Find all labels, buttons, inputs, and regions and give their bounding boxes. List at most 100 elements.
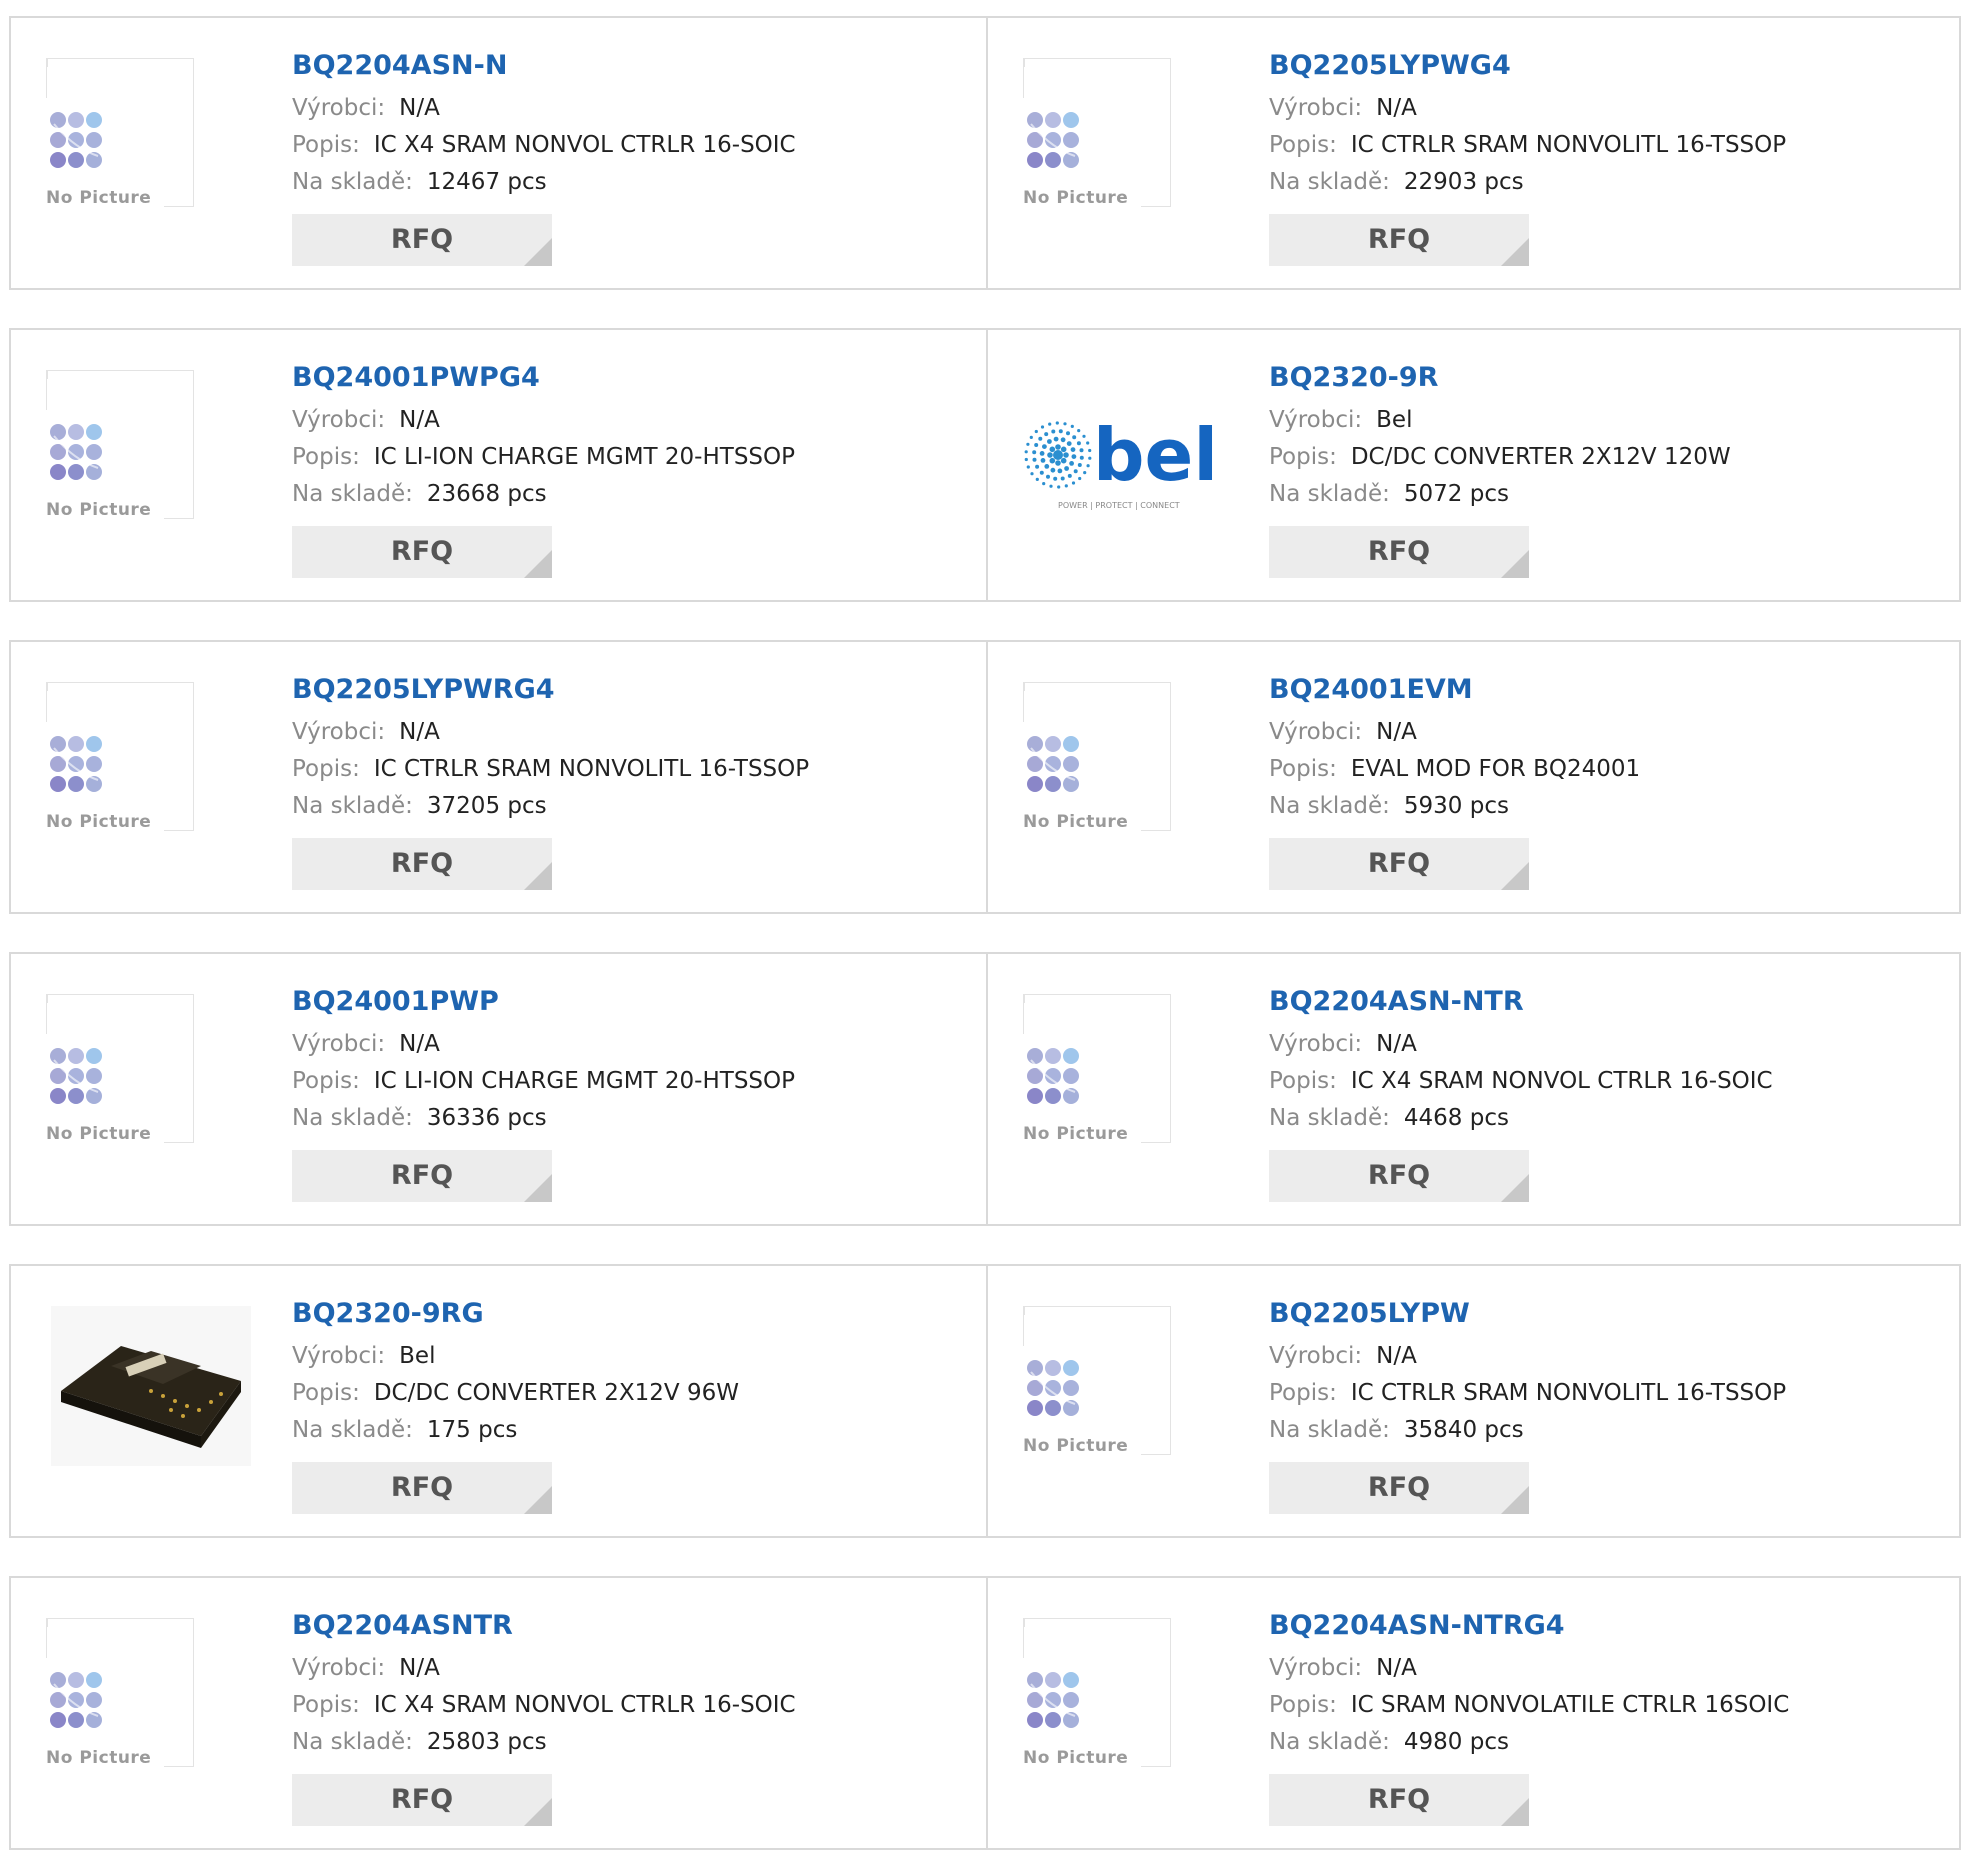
stock-value: 4468 pcs [1403, 1105, 1509, 1131]
part-number-link[interactable]: BQ2204ASN-N [292, 48, 796, 84]
stock-label: Na skladě: [292, 169, 413, 195]
corner-triangle-icon [524, 1486, 552, 1514]
no-picture-placeholder: No Picture [46, 58, 196, 208]
manufacturer-value: N/A [1376, 1031, 1417, 1057]
rfq-button[interactable]: RFQ [292, 838, 552, 890]
stock-row: Na skladě: 23668 pcs [292, 476, 795, 513]
product-info: BQ2320-9RG Výrobci: Bel Popis: DC/DC CONVERT… [292, 1296, 739, 1514]
part-number-link[interactable]: BQ2204ASN-NTRG4 [1269, 1608, 1789, 1644]
no-picture-label: No Picture [1023, 1124, 1129, 1144]
description-row: Popis: IC SRAM NONVOLATILE CTRLR 16SOIC [1269, 1687, 1789, 1724]
rfq-button[interactable]: RFQ [292, 526, 552, 578]
part-number-link[interactable]: BQ2204ASN-NTR [1269, 984, 1773, 1020]
manufacturer-value: N/A [399, 407, 440, 433]
product-row: No Picture BQ2205LYPWRG4 Výrobci: N/A Popis:… [9, 640, 1961, 914]
stock-value: 23668 pcs [426, 481, 547, 507]
manufacturer-label: Výrobci: [292, 407, 386, 433]
rfq-label: RFQ [390, 536, 454, 567]
rfq-label: RFQ [390, 224, 454, 255]
part-number-link[interactable]: BQ2205LYPW [1269, 1296, 1786, 1332]
manufacturer-label: Výrobci: [292, 1031, 386, 1057]
manufacturer-row: Výrobci: N/A [1269, 1650, 1789, 1687]
part-number-link[interactable]: BQ2204ASNTR [292, 1608, 796, 1644]
rfq-label: RFQ [390, 1472, 454, 1503]
rfq-label: RFQ [390, 1160, 454, 1191]
manufacturer-row: Výrobci: Bel [292, 1338, 739, 1375]
rfq-label: RFQ [1367, 224, 1431, 255]
no-picture-icon [1027, 1360, 1079, 1416]
no-picture-label: No Picture [46, 812, 152, 832]
no-picture-placeholder: No Picture [1023, 1618, 1173, 1768]
product-card: No Picture BQ2205LYPW Výrobci: N/A Popis: IC … [988, 1266, 1961, 1536]
description-value: IC X4 SRAM NONVOL CTRLR 16-SOIC [373, 1692, 796, 1718]
stock-row: Na skladě: 4468 pcs [1269, 1100, 1773, 1137]
no-picture-label: No Picture [1023, 812, 1129, 832]
rfq-button[interactable]: RFQ [292, 214, 552, 266]
part-number-link[interactable]: BQ24001EVM [1269, 672, 1640, 708]
description-label: Popis: [292, 756, 360, 782]
no-picture-label: No Picture [46, 1748, 152, 1768]
product-card: No Picture BQ2204ASNTR Výrobci: N/A Popis: IC… [11, 1578, 988, 1848]
product-row: No Picture BQ2204ASNTR Výrobci: N/A Popis: IC… [9, 1576, 1961, 1850]
manufacturer-value: N/A [1376, 1655, 1417, 1681]
description-row: Popis: IC LI-ION CHARGE MGMT 20-HTSSOP [292, 1063, 795, 1100]
part-number-link[interactable]: BQ2205LYPWG4 [1269, 48, 1786, 84]
rfq-button[interactable]: RFQ [292, 1774, 552, 1826]
rfq-label: RFQ [390, 848, 454, 879]
manufacturer-label: Výrobci: [1269, 1655, 1363, 1681]
rfq-button[interactable]: RFQ [292, 1150, 552, 1202]
description-value: IC LI-ION CHARGE MGMT 20-HTSSOP [373, 444, 795, 470]
rfq-button[interactable]: RFQ [1269, 1150, 1529, 1202]
rfq-button[interactable]: RFQ [1269, 1462, 1529, 1514]
manufacturer-value: Bel [399, 1343, 436, 1369]
part-number-link[interactable]: BQ2320-9RG [292, 1296, 739, 1332]
no-picture-label: No Picture [46, 500, 152, 520]
corner-triangle-icon [524, 1174, 552, 1202]
stock-value: 5930 pcs [1403, 793, 1509, 819]
stock-row: Na skladě: 175 pcs [292, 1412, 739, 1449]
product-image[interactable] [51, 1306, 251, 1470]
bel-logo: bel POWER | PROTECT | CONNECT [1018, 413, 1228, 524]
description-row: Popis: IC CTRLR SRAM NONVOLITL 16-TSSOP [1269, 127, 1786, 164]
manufacturer-label: Výrobci: [1269, 1343, 1363, 1369]
bel-tagline: POWER | PROTECT | CONNECT [1058, 501, 1180, 510]
part-number-link[interactable]: BQ24001PWP [292, 984, 795, 1020]
no-picture-label: No Picture [1023, 1748, 1129, 1768]
product-info: BQ24001EVM Výrobci: N/A Popis: EVAL MOD FOR … [1269, 672, 1640, 890]
no-picture-placeholder: No Picture [46, 1618, 196, 1768]
part-number-link[interactable]: BQ24001PWPG4 [292, 360, 795, 396]
rfq-button[interactable]: RFQ [1269, 838, 1529, 890]
product-info: BQ2205LYPW Výrobci: N/A Popis: IC CTRLR SRAM… [1269, 1296, 1786, 1514]
product-info: BQ2205LYPWG4 Výrobci: N/A Popis: IC CTRLR SR… [1269, 48, 1786, 266]
corner-triangle-icon [1501, 1798, 1529, 1826]
manufacturer-value: N/A [399, 95, 440, 121]
manufacturer-value: N/A [399, 1031, 440, 1057]
manufacturer-label: Výrobci: [292, 719, 386, 745]
product-card: No Picture BQ2205LYPWRG4 Výrobci: N/A Popis:… [11, 642, 988, 912]
description-value: IC LI-ION CHARGE MGMT 20-HTSSOP [373, 1068, 795, 1094]
part-number-link[interactable]: BQ2205LYPWRG4 [292, 672, 809, 708]
rfq-button[interactable]: RFQ [1269, 526, 1529, 578]
manufacturer-value: N/A [1376, 95, 1417, 121]
no-picture-placeholder: No Picture [46, 682, 196, 832]
part-number-link[interactable]: BQ2320-9R [1269, 360, 1731, 396]
stock-label: Na skladě: [292, 1105, 413, 1131]
description-row: Popis: IC X4 SRAM NONVOL CTRLR 16-SOIC [292, 127, 796, 164]
no-picture-icon [1027, 736, 1079, 792]
manufacturer-value: N/A [1376, 719, 1417, 745]
product-card: No Picture BQ2204ASN-N Výrobci: N/A Popis: IC… [11, 18, 988, 288]
rfq-label: RFQ [1367, 1784, 1431, 1815]
stock-label: Na skladě: [292, 1417, 413, 1443]
rfq-button[interactable]: RFQ [1269, 1774, 1529, 1826]
no-picture-placeholder: No Picture [1023, 994, 1173, 1144]
description-value: DC/DC CONVERTER 2X12V 96W [373, 1380, 739, 1406]
description-row: Popis: DC/DC CONVERTER 2X12V 120W [1269, 439, 1731, 476]
stock-row: Na skladě: 36336 pcs [292, 1100, 795, 1137]
manufacturer-row: Výrobci: N/A [292, 90, 796, 127]
no-picture-placeholder: No Picture [1023, 682, 1173, 832]
stock-row: Na skladě: 5930 pcs [1269, 788, 1640, 825]
rfq-button[interactable]: RFQ [1269, 214, 1529, 266]
rfq-button[interactable]: RFQ [292, 1462, 552, 1514]
stock-value: 37205 pcs [426, 793, 547, 819]
bel-brand-text: bel [1093, 420, 1218, 497]
